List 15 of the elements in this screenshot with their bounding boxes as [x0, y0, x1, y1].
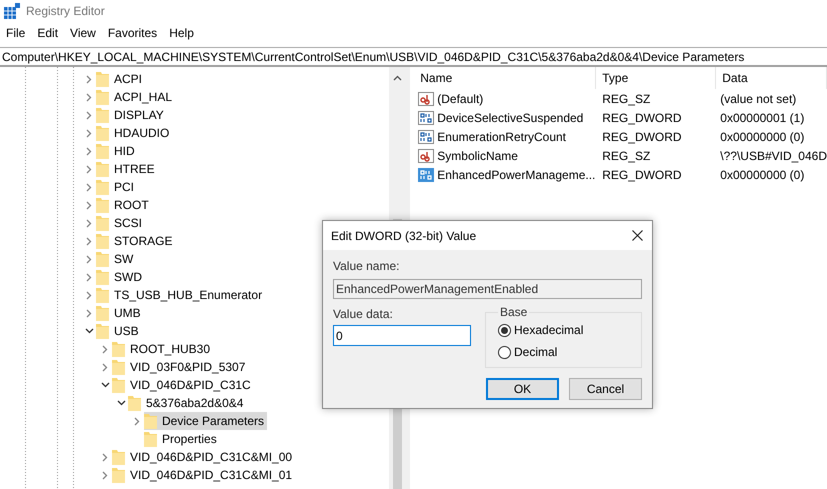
value-type: REG_SZ [601, 90, 652, 108]
field-label: Value name: [333, 259, 400, 273]
value-type: REG_DWORD [601, 166, 683, 184]
window-title: Registry Editor [26, 4, 105, 18]
value-type: REG_SZ [601, 148, 652, 164]
field-label: Value data: [333, 307, 394, 321]
value-data: 0x00000001 (1) [719, 110, 806, 126]
value-data: (value not set) [719, 90, 798, 108]
value-type: REG_DWORD [601, 110, 683, 126]
dialog-title: Edit DWORD (32-bit) Value [331, 228, 476, 242]
value-data: \??\USB#VID_046D [719, 148, 827, 164]
value-type: REG_DWORD [601, 128, 683, 146]
value-data: 0x00000000 (0) [719, 128, 806, 146]
group-label: Base [499, 305, 528, 319]
value-data: 0x00000000 (0) [719, 166, 806, 184]
